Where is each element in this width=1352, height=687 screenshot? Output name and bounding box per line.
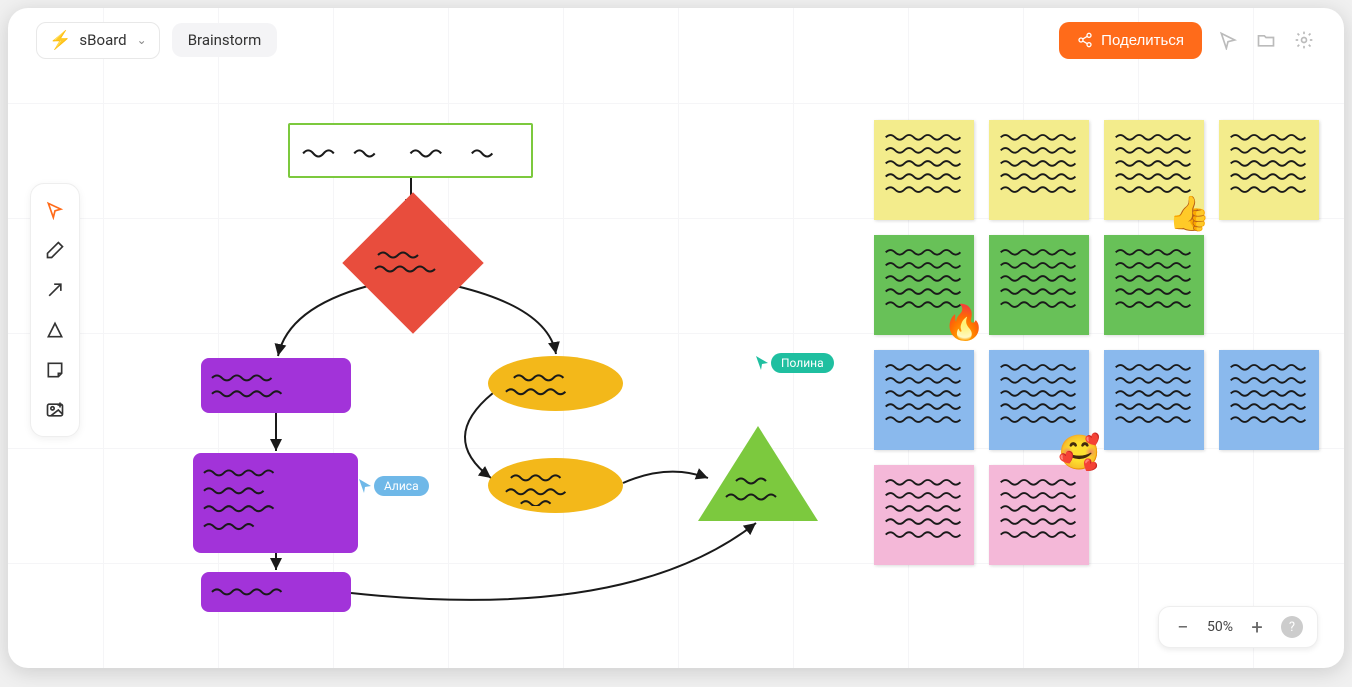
- logo-menu[interactable]: ⚡ ssBoardBoard ⌄: [36, 22, 160, 59]
- sticky-note[interactable]: [874, 350, 974, 450]
- share-button[interactable]: Поделиться: [1059, 22, 1202, 59]
- tool-shape[interactable]: [37, 312, 73, 348]
- tool-pen[interactable]: [37, 232, 73, 268]
- toolbar: [30, 183, 80, 437]
- flowchart-process-3[interactable]: [201, 572, 351, 612]
- board-title[interactable]: Brainstorm: [172, 23, 278, 57]
- reaction-emoji: 🔥: [943, 303, 985, 343]
- cursor-mode-icon[interactable]: [1216, 28, 1240, 52]
- chevron-down-icon: ⌄: [137, 33, 147, 47]
- remote-cursor: Алиса: [358, 476, 429, 496]
- reaction-emoji: 🥰: [1058, 433, 1100, 473]
- cursor-user-label: Полина: [771, 353, 834, 373]
- sticky-note[interactable]: [989, 120, 1089, 220]
- zoom-control: − 50% + ?: [1158, 606, 1318, 648]
- sticky-note[interactable]: [1219, 350, 1319, 450]
- help-button[interactable]: ?: [1281, 616, 1303, 638]
- remote-cursor: Полина: [755, 353, 834, 373]
- tool-note[interactable]: [37, 352, 73, 388]
- sticky-note[interactable]: [874, 120, 974, 220]
- flowchart-decision[interactable]: [342, 192, 483, 333]
- logo-icon: ⚡: [49, 30, 71, 51]
- tool-image[interactable]: [37, 392, 73, 428]
- tool-select[interactable]: [37, 192, 73, 228]
- flowchart-ellipse-2[interactable]: [488, 458, 623, 513]
- share-label: Поделиться: [1101, 32, 1184, 49]
- reaction-emoji: 👍: [1168, 194, 1210, 234]
- zoom-out-button[interactable]: −: [1173, 615, 1193, 639]
- tool-arrow[interactable]: [37, 272, 73, 308]
- sticky-note[interactable]: [874, 465, 974, 565]
- cursor-user-label: Алиса: [374, 476, 429, 496]
- connector-layer: [8, 8, 1344, 668]
- zoom-value: 50%: [1207, 619, 1233, 635]
- settings-icon[interactable]: [1292, 28, 1316, 52]
- canvas[interactable]: 👍 🔥 🥰 Алиса Полина: [8, 8, 1344, 668]
- folder-icon[interactable]: [1254, 28, 1278, 52]
- sticky-note[interactable]: [1104, 350, 1204, 450]
- sticky-note[interactable]: [1219, 120, 1319, 220]
- sticky-note[interactable]: [989, 235, 1089, 335]
- flowchart-ellipse-1[interactable]: [488, 356, 623, 411]
- triangle-text: [718, 463, 798, 513]
- sticky-note[interactable]: [989, 465, 1089, 565]
- flowchart-process-2[interactable]: [193, 453, 358, 553]
- sticky-note[interactable]: [1104, 235, 1204, 335]
- topbar: ⚡ ssBoardBoard ⌄ Brainstorm Поделиться: [8, 8, 1344, 72]
- share-icon: [1077, 32, 1093, 48]
- app-name: ssBoardBoard: [79, 31, 126, 49]
- flowchart-process-1[interactable]: [201, 358, 351, 413]
- flowchart-start[interactable]: [288, 123, 533, 178]
- zoom-in-button[interactable]: +: [1247, 615, 1267, 639]
